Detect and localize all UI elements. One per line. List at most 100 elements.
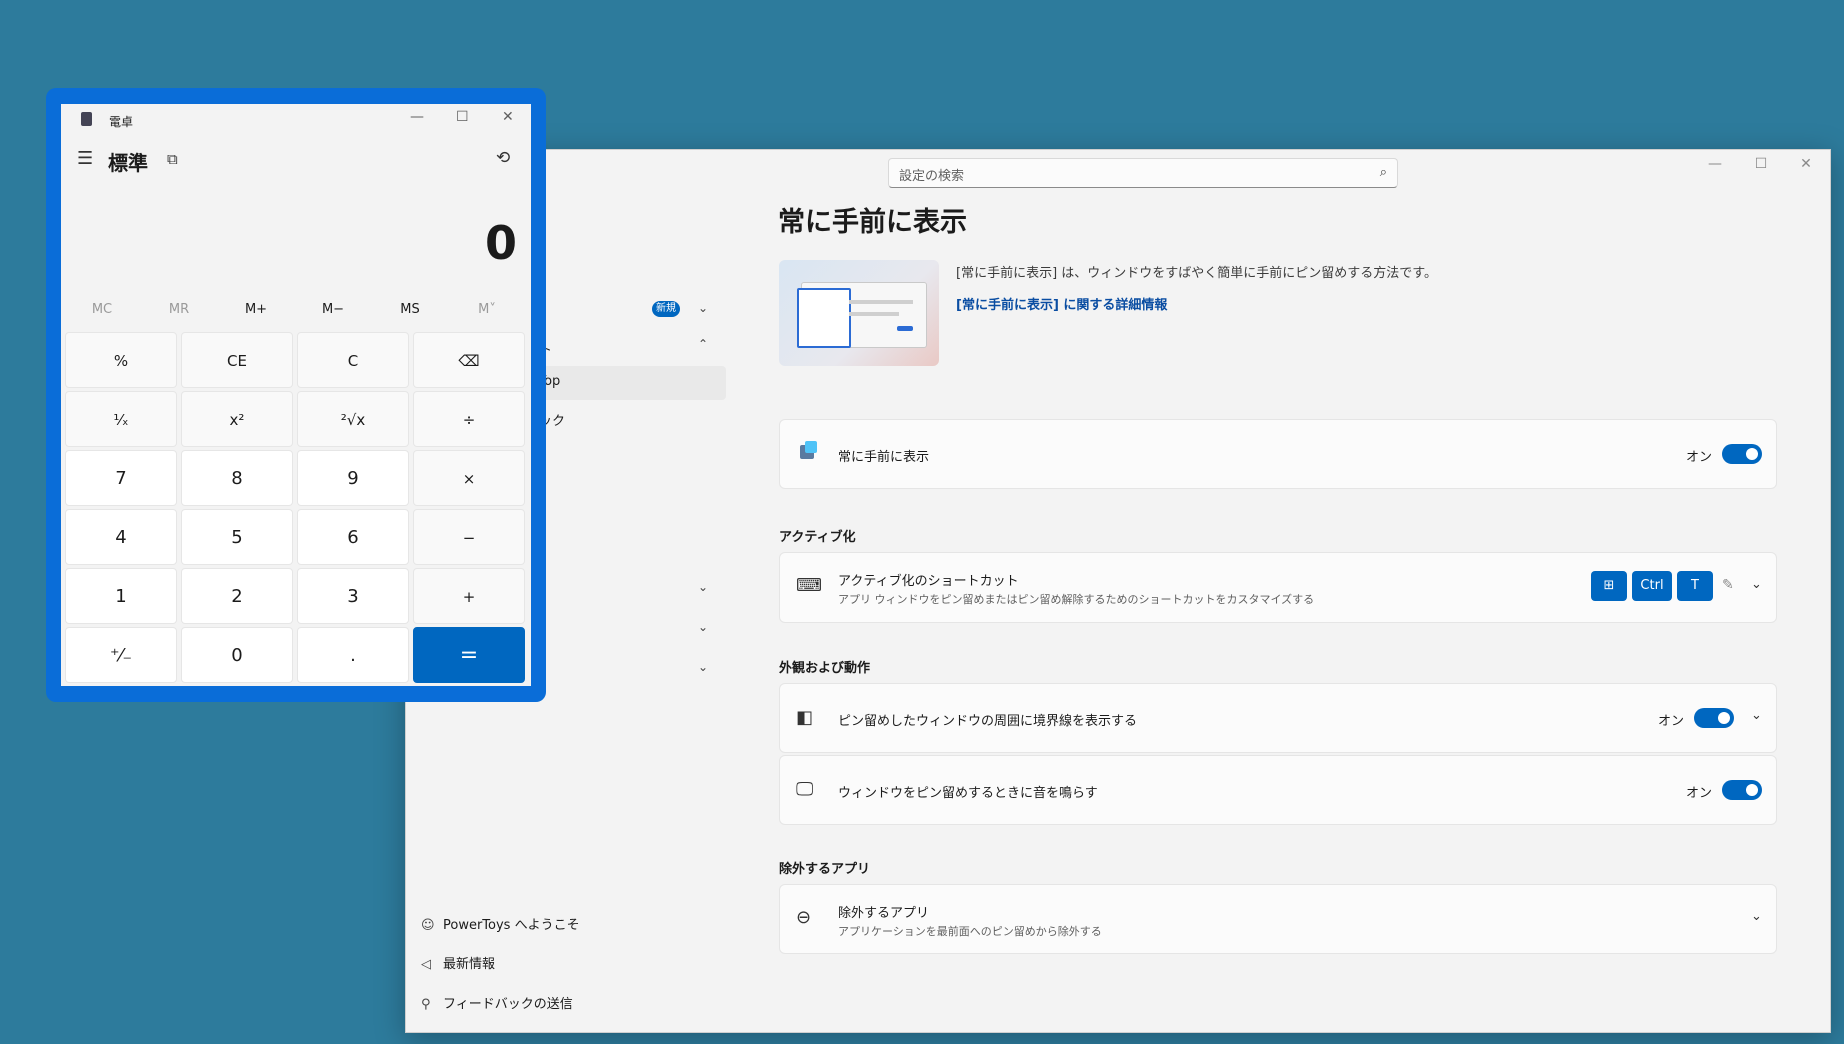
sidebar-footer-welcome[interactable]: ☺ PowerToys へようこそ xyxy=(421,914,580,933)
shortcut-subtitle: アプリ ウィンドウをピン留めまたはピン留め解除するためのショートカットをカスタマ… xyxy=(838,593,1315,606)
percent-button[interactable]: % xyxy=(65,332,177,388)
reciprocal-button[interactable]: ¹⁄ₓ xyxy=(65,391,177,447)
multiply-button[interactable]: × xyxy=(413,450,525,506)
toggle-state-label: オン xyxy=(1686,786,1713,801)
maximize-button[interactable]: ☐ xyxy=(456,109,469,125)
digit-0-button[interactable]: 0 xyxy=(181,627,293,683)
always-on-top-icon xyxy=(800,441,817,459)
sidebar-footer-feedback[interactable]: ⚲ フィードバックの送信 xyxy=(421,993,573,1012)
sound-monitor-icon: 🖵 xyxy=(796,779,814,800)
sound-toggle[interactable] xyxy=(1722,780,1762,800)
feature-hero-image xyxy=(779,260,939,366)
memory-add-button[interactable]: M+ xyxy=(223,302,289,317)
chevron-down-icon[interactable]: ⌄ xyxy=(1751,708,1762,723)
memory-store-button[interactable]: MS xyxy=(377,302,443,317)
section-header-activation: アクティブ化 xyxy=(779,530,856,545)
sidebar-item-crop[interactable]: es xyxy=(526,443,726,477)
enable-label: 常に手前に表示 xyxy=(838,450,930,465)
calculator-display: 0 xyxy=(484,216,517,270)
calculator-title: 電卓 xyxy=(109,115,134,129)
sidebar-item-mouse[interactable]: ス xyxy=(526,522,726,556)
hamburger-menu-icon[interactable]: ☰ xyxy=(77,148,93,169)
memory-recall-button[interactable]: MR xyxy=(146,302,212,317)
close-button[interactable]: ✕ xyxy=(1791,156,1821,176)
border-label: ピン留めしたウィンドウの周囲に境界線を表示する xyxy=(838,714,1138,729)
digit-7-button[interactable]: 7 xyxy=(65,450,177,506)
learn-more-link[interactable]: [常に手前に表示] に関する詳細情報 xyxy=(956,294,1167,313)
digit-2-button[interactable]: 2 xyxy=(181,568,293,624)
maximize-button[interactable]: ☐ xyxy=(1746,156,1776,176)
chevron-down-icon[interactable]: ⌄ xyxy=(698,660,708,674)
digit-9-button[interactable]: 9 xyxy=(297,450,409,506)
search-placeholder: 設定の検索 xyxy=(899,169,965,184)
excluded-subtitle: アプリケーションを最前面へのピン留めから除外する xyxy=(838,925,1102,938)
excluded-title: 除外するアプリ xyxy=(838,906,930,921)
minimize-button[interactable]: — xyxy=(410,109,424,125)
calculator-mode-title: 標準 xyxy=(108,151,148,175)
memory-clear-button[interactable]: MC xyxy=(69,302,135,317)
section-header-excluded: 除外するアプリ xyxy=(779,862,871,877)
feature-description: [常に手前に表示] は、ウィンドウをすばやく簡単に手前にピン留めする方法です。 xyxy=(956,266,1437,281)
border-icon: ◧ xyxy=(796,707,814,728)
toggle-state-label: オン xyxy=(1658,714,1685,729)
enable-card: 常に手前に表示 オン xyxy=(779,419,1777,489)
clear-button[interactable]: C xyxy=(297,332,409,388)
hero-toggle xyxy=(897,326,913,331)
sidebar-item-lock[interactable]: ロック xyxy=(526,404,726,438)
exclude-circle-icon: ⊖ xyxy=(796,907,812,928)
shortcut-card[interactable]: ⌨ アクティブ化のショートカット アプリ ウィンドウをピン留めまたはピン留め解除… xyxy=(779,552,1777,623)
section-header-appearance: 外観および動作 xyxy=(779,661,871,676)
toggle-state-label: オン xyxy=(1686,450,1713,465)
add-button[interactable]: + xyxy=(413,568,525,624)
footer-label: 最新情報 xyxy=(443,957,496,972)
minimize-button[interactable]: — xyxy=(1700,156,1730,176)
equals-button[interactable]: = xyxy=(413,627,525,683)
sidebar-item-move[interactable]: 動 xyxy=(526,482,726,516)
welcome-icon: ☺ xyxy=(421,918,435,933)
search-icon[interactable]: ⌕ xyxy=(1380,165,1387,180)
digit-5-button[interactable]: 5 xyxy=(181,509,293,565)
digit-3-button[interactable]: 3 xyxy=(297,568,409,624)
backspace-button[interactable]: ⌫ xyxy=(413,332,525,388)
border-card[interactable]: ◧ ピン留めしたウィンドウの周囲に境界線を表示する オン ⌄ xyxy=(779,683,1777,753)
page-title: 常に手前に表示 xyxy=(778,207,967,238)
divide-button[interactable]: ÷ xyxy=(413,391,525,447)
settings-search-box[interactable]: 設定の検索 ⌕ xyxy=(888,158,1398,188)
feedback-icon: ⚲ xyxy=(421,997,431,1012)
digit-6-button[interactable]: 6 xyxy=(297,509,409,565)
enable-toggle[interactable] xyxy=(1722,444,1762,464)
chevron-down-icon[interactable]: ⌄ xyxy=(1751,909,1762,924)
chevron-down-icon[interactable]: ⌄ xyxy=(698,620,708,634)
memory-subtract-button[interactable]: M− xyxy=(300,302,366,317)
sound-card: 🖵 ウィンドウをピン留めするときに音を鳴らす オン xyxy=(779,755,1777,825)
sidebar-footer-whats-new[interactable]: ◁ 最新情報 xyxy=(421,953,495,972)
chevron-down-icon[interactable]: ⌄ xyxy=(698,301,708,315)
digit-8-button[interactable]: 8 xyxy=(181,450,293,506)
digit-4-button[interactable]: 4 xyxy=(65,509,177,565)
sidebar-item-always-on-top[interactable]: n Top xyxy=(526,366,726,400)
border-toggle[interactable] xyxy=(1694,708,1734,728)
square-root-button[interactable]: ²√x xyxy=(297,391,409,447)
megaphone-icon: ◁ xyxy=(421,957,431,972)
history-icon[interactable]: ⟲ xyxy=(496,148,510,168)
sidebar-item-layout[interactable]: ウト xyxy=(526,331,726,365)
edit-pencil-icon[interactable]: ✎ xyxy=(1722,577,1734,593)
digit-1-button[interactable]: 1 xyxy=(65,568,177,624)
clear-entry-button[interactable]: CE xyxy=(181,332,293,388)
footer-label: フィードバックの送信 xyxy=(443,997,573,1012)
square-button[interactable]: x² xyxy=(181,391,293,447)
hero-line xyxy=(849,312,899,316)
chevron-up-icon[interactable]: ⌃ xyxy=(698,337,708,351)
keep-on-top-icon[interactable]: ⧉ xyxy=(167,150,178,168)
excluded-apps-card[interactable]: ⊖ 除外するアプリ アプリケーションを最前面へのピン留めから除外する ⌄ xyxy=(779,884,1777,954)
sound-label: ウィンドウをピン留めするときに音を鳴らす xyxy=(838,786,1098,801)
decimal-button[interactable]: . xyxy=(297,627,409,683)
subtract-button[interactable]: − xyxy=(413,509,525,565)
calculator-app-icon xyxy=(81,112,92,126)
close-button[interactable]: ✕ xyxy=(502,109,514,125)
chevron-down-icon[interactable]: ⌄ xyxy=(698,580,708,594)
footer-label: PowerToys へようこそ xyxy=(443,918,580,933)
memory-list-button[interactable]: M˅ xyxy=(454,302,520,317)
chevron-down-icon[interactable]: ⌄ xyxy=(1751,577,1762,592)
negate-button[interactable]: ⁺⁄₋ xyxy=(65,627,177,683)
